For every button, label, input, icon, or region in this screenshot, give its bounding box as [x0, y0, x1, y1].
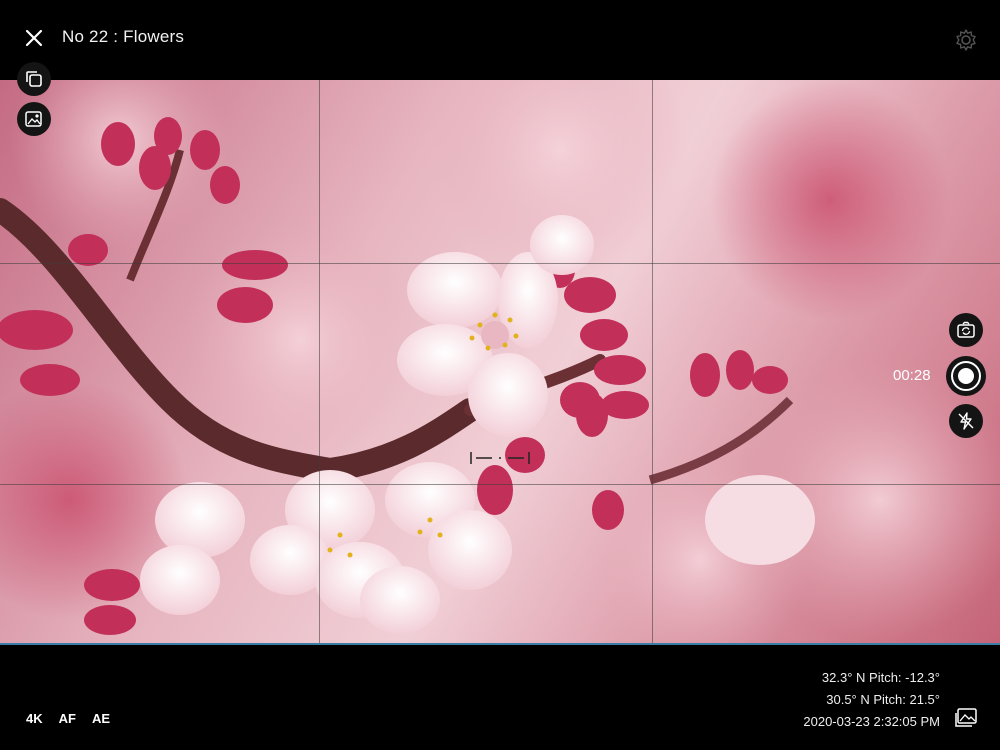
top-bar: No 22 : Flowers — [0, 0, 1000, 80]
image-overlay-icon[interactable] — [17, 102, 51, 136]
recording-timer: 00:28 — [893, 367, 931, 384]
focus-bracket-icon — [470, 451, 530, 464]
record-icon[interactable] — [946, 356, 986, 396]
grid-line-v2 — [652, 80, 653, 643]
gallery-icon[interactable] — [954, 707, 978, 729]
viewfinder-scene — [0, 80, 1000, 643]
copy-icon[interactable] — [17, 62, 51, 96]
gear-icon[interactable] — [952, 26, 980, 54]
timestamp: 2020-03-23 2:32:05 PM — [803, 714, 940, 729]
mode-indicators: 4K AF AE — [26, 711, 110, 726]
close-icon[interactable] — [20, 24, 48, 52]
flip-camera-icon[interactable] — [949, 313, 983, 347]
camera-viewfinder[interactable] — [0, 80, 1000, 643]
sensor-info: 32.3° N Pitch: -12.3° 30.5° N Pitch: 21.… — [803, 667, 940, 733]
record-ring — [951, 361, 981, 391]
sensor-info-line: 32.3° N Pitch: -12.3° — [821, 670, 940, 685]
grid-line-h1 — [0, 263, 1000, 264]
grid-line-h2 — [0, 484, 1000, 485]
record-dot — [958, 368, 974, 384]
project-title: No 22 : Flowers — [62, 27, 185, 46]
resolution-toggle[interactable]: 4K — [26, 711, 43, 726]
sensor-info-line: 30.5° N Pitch: 21.5° — [826, 692, 940, 707]
autofocus-toggle[interactable]: AF — [59, 711, 76, 726]
bottom-bar: 4K AF AE 32.3° N Pitch: -12.3° 30.5° N P… — [0, 643, 1000, 750]
grid-line-v1 — [319, 80, 320, 643]
flash-off-icon[interactable] — [949, 404, 983, 438]
autoexposure-toggle[interactable]: AE — [92, 711, 110, 726]
